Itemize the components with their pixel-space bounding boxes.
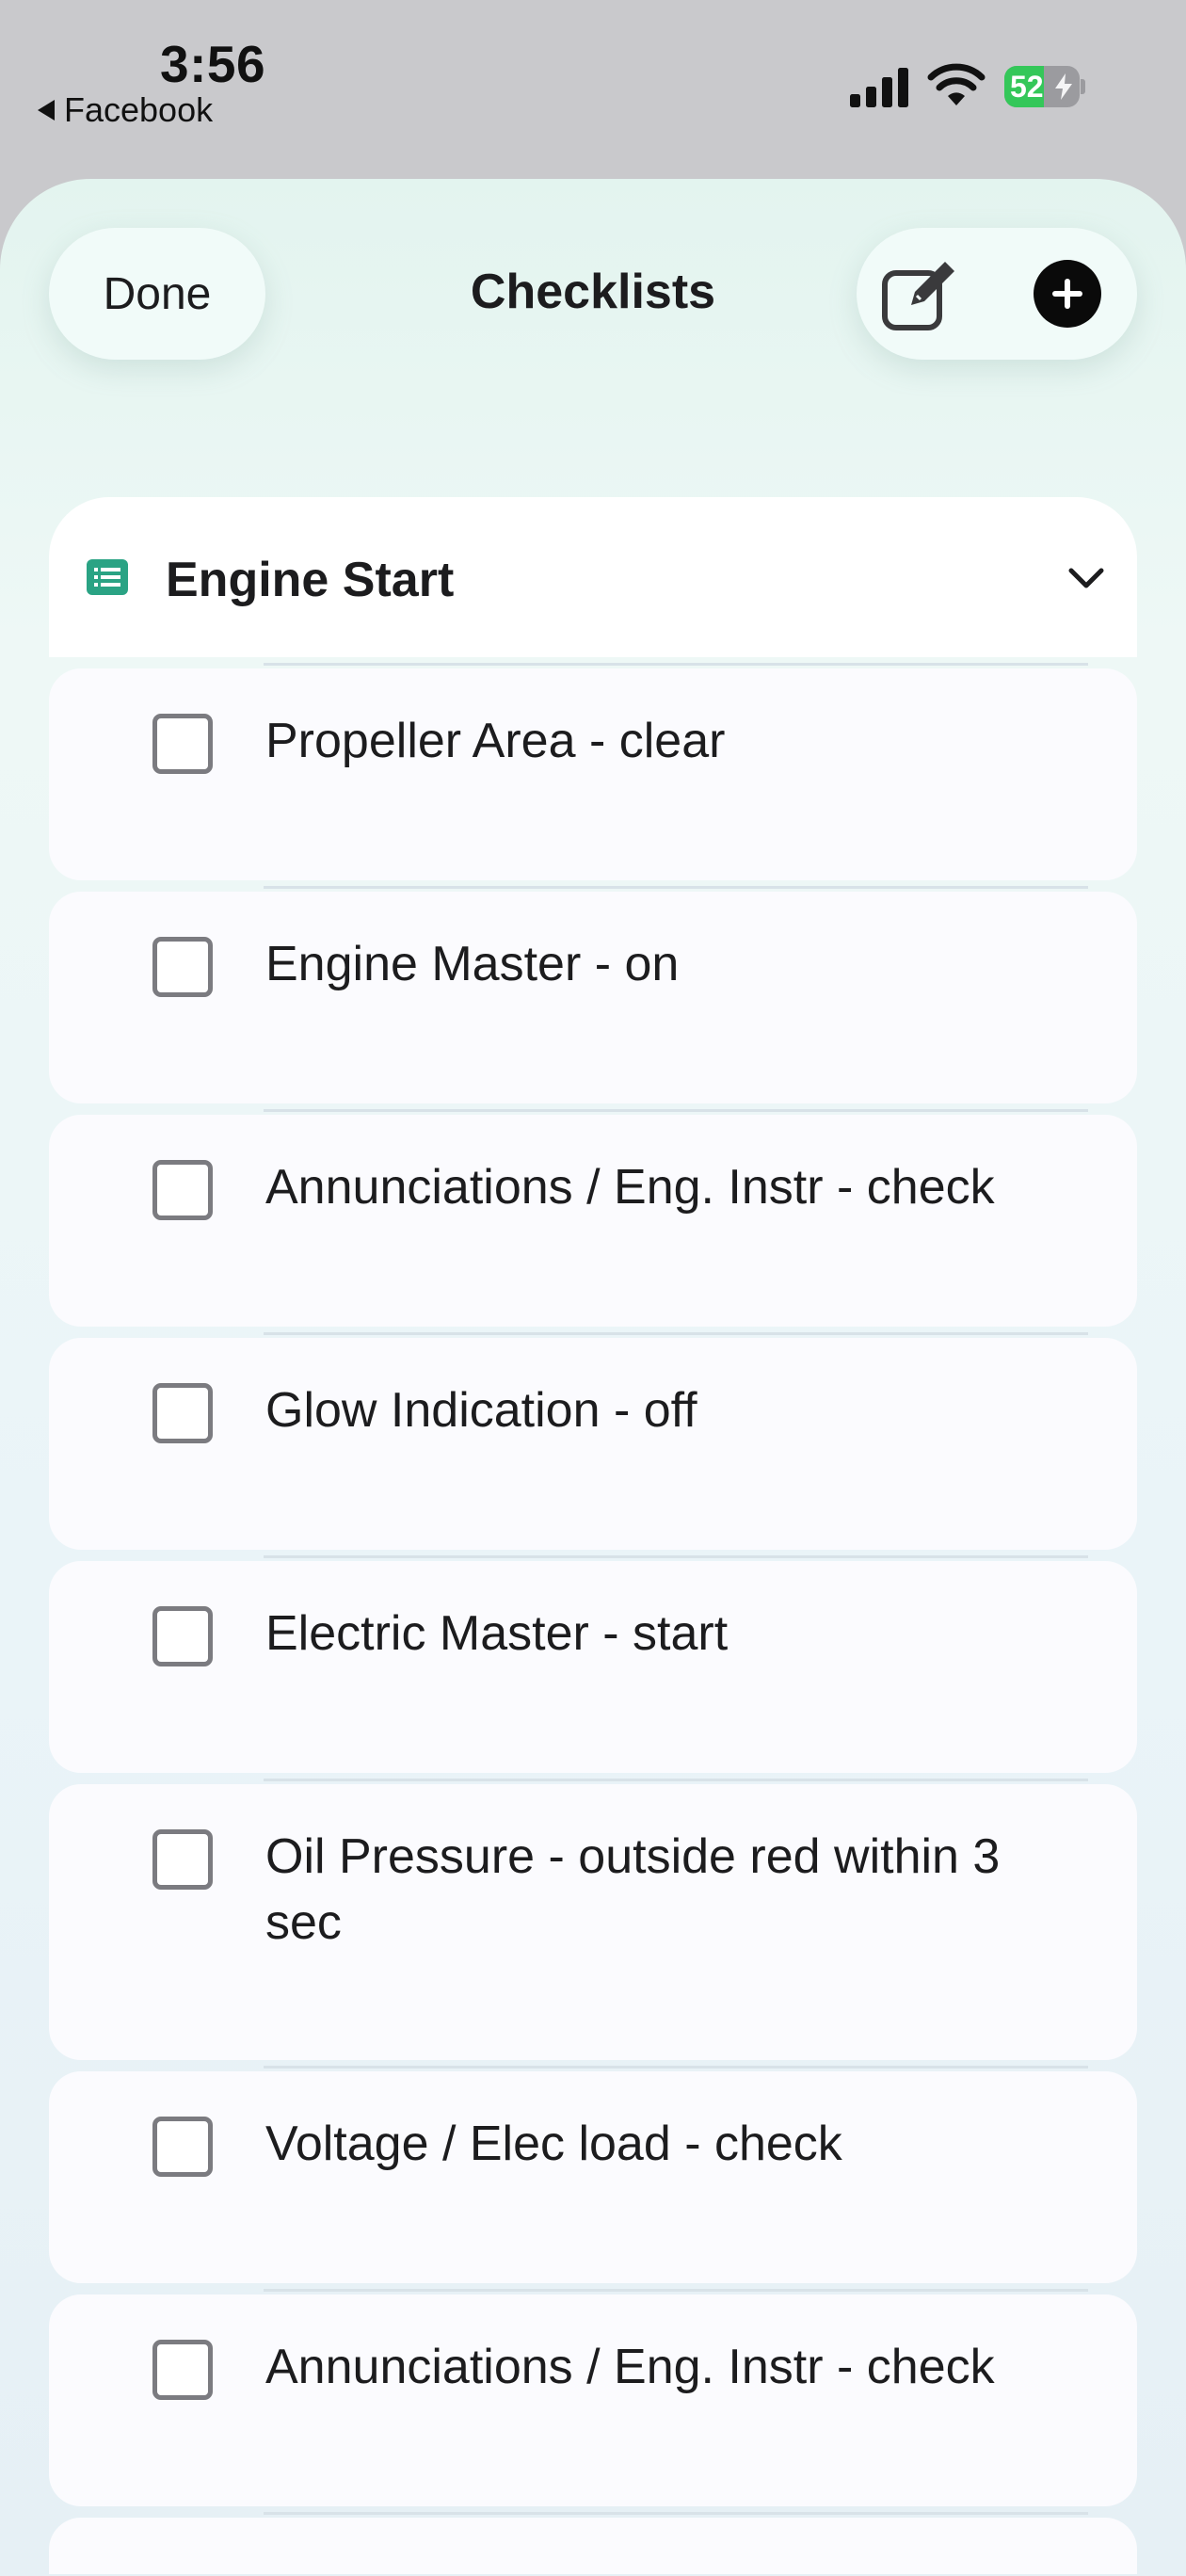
back-to-app-link[interactable]: Facebook xyxy=(38,90,213,130)
item-label: Annunciations / Eng. Instr - check xyxy=(265,1160,995,1215)
section-title: Engine Start xyxy=(166,553,455,607)
toolbar-actions xyxy=(857,228,1137,360)
checklist-item[interactable]: Electric Master - start xyxy=(49,1555,1137,1773)
section-header-engine-start[interactable]: Engine Start xyxy=(49,497,1137,657)
checkbox[interactable] xyxy=(152,937,213,997)
checklist-item[interactable]: Glow Indication - off xyxy=(49,1332,1137,1550)
checklists-sheet: Done Checklists Engine Start Propeller A… xyxy=(0,179,1186,2576)
checkbox[interactable] xyxy=(152,1606,213,1666)
battery-percent: 52 xyxy=(1010,70,1044,104)
checkbox[interactable] xyxy=(152,2117,213,2177)
item-label: Voltage / Elec load - check xyxy=(265,2117,842,2171)
chevron-down-icon[interactable] xyxy=(1067,565,1105,591)
checklist-item[interactable]: Annunciations / Eng. Instr - check xyxy=(49,2289,1137,2506)
checklist-item-partial[interactable] xyxy=(49,2512,1137,2574)
status-bar: 3:56 Facebook 52 xyxy=(0,0,1186,179)
cellular-signal-icon xyxy=(850,68,908,107)
checklist-item[interactable]: Propeller Area - clear xyxy=(49,663,1137,880)
charging-bolt-icon xyxy=(1055,73,1072,100)
plus-circle-icon[interactable] xyxy=(1034,260,1101,328)
square-and-pencil-icon[interactable] xyxy=(877,254,962,335)
checklist-item[interactable]: Annunciations / Eng. Instr - check xyxy=(49,1109,1137,1327)
back-triangle-icon xyxy=(38,100,55,121)
checkbox[interactable] xyxy=(152,1160,213,1220)
checkbox[interactable] xyxy=(152,714,213,774)
checklist-item[interactable]: Oil Pressure - outside red within 3 sec xyxy=(49,1779,1137,2060)
item-label: Glow Indication - off xyxy=(265,1383,697,1438)
battery-indicator: 52 xyxy=(1004,66,1085,107)
list-icon xyxy=(87,559,128,595)
back-app-label: Facebook xyxy=(64,90,214,129)
status-time: 3:56 xyxy=(160,35,266,93)
checkbox[interactable] xyxy=(152,1383,213,1443)
checkbox[interactable] xyxy=(152,2340,213,2400)
checklist: Engine Start Propeller Area - clear Engi… xyxy=(49,497,1137,2574)
item-label: Electric Master - start xyxy=(265,1606,729,1661)
item-label: Annunciations / Eng. Instr - check xyxy=(265,2340,995,2394)
wifi-icon xyxy=(927,63,986,105)
item-label: Oil Pressure - outside red within 3 sec xyxy=(265,1829,1001,1950)
item-label: Engine Master - on xyxy=(265,937,680,991)
checklist-item[interactable]: Engine Master - on xyxy=(49,886,1137,1103)
item-label: Propeller Area - clear xyxy=(265,714,726,768)
checklist-item[interactable]: Voltage / Elec load - check xyxy=(49,2066,1137,2283)
checkbox[interactable] xyxy=(152,1829,213,1890)
